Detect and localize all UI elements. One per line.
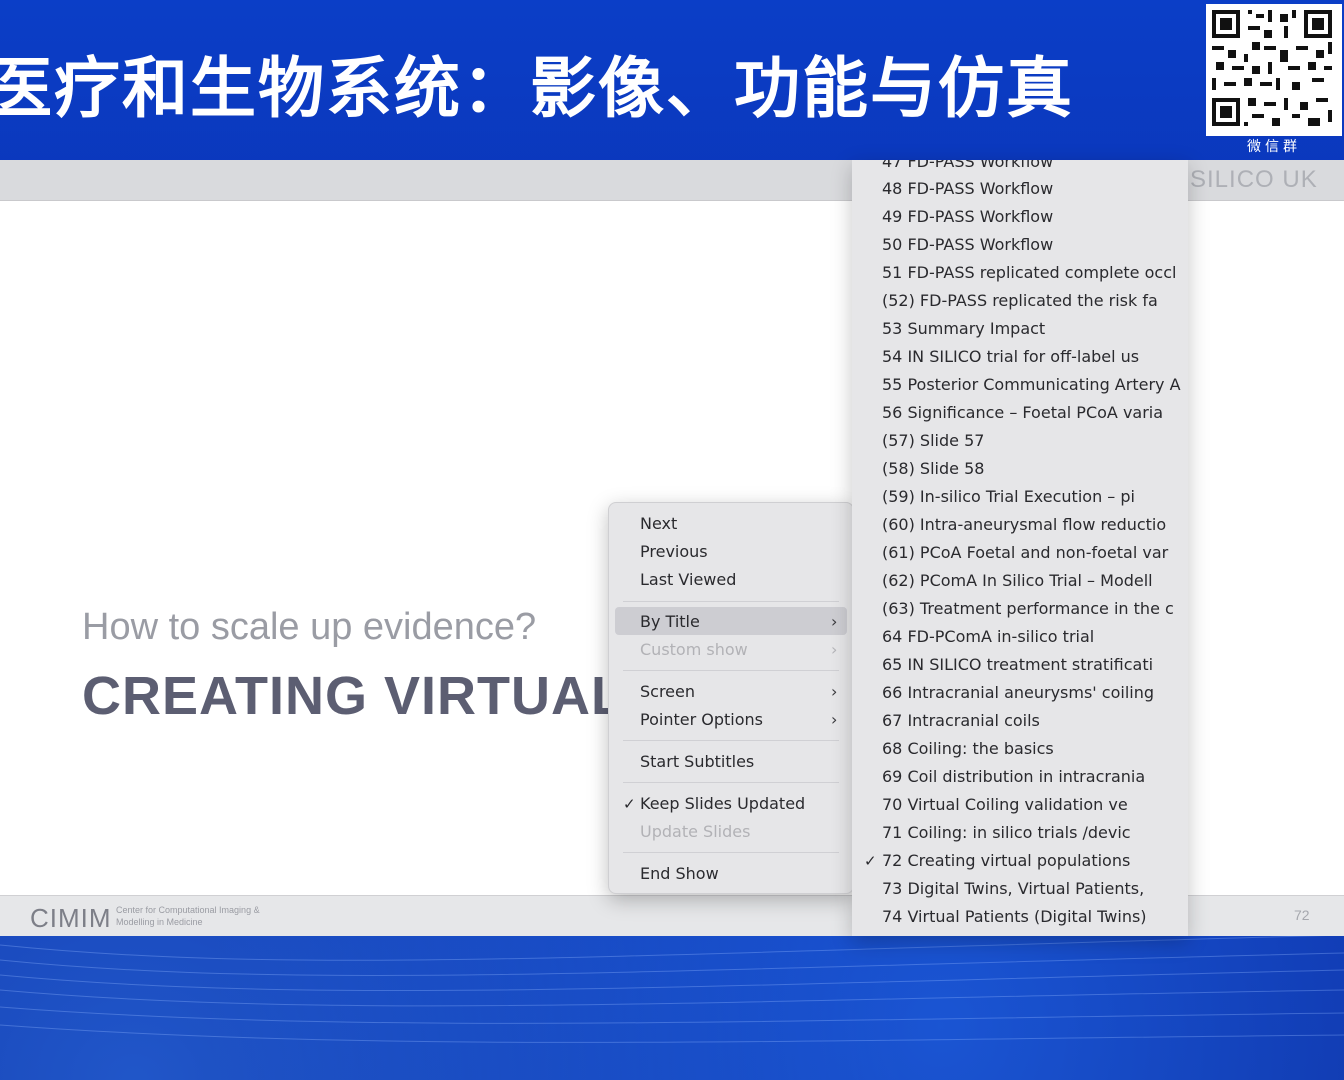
slide-list-item[interactable]: 67 Intracranial coils — [882, 709, 1182, 733]
qr-caption: 微信群 — [1247, 139, 1301, 155]
slide-list-item[interactable]: 47 FD-PASS Workflow — [882, 160, 1182, 174]
slides-by-title-submenu: 47 FD-PASS Workflow 48 FD-PASS Workflow … — [852, 160, 1188, 936]
slide-list-item[interactable]: (61) PCoA Foetal and non-foetal var — [882, 541, 1182, 565]
menu-item-next[interactable]: Next — [640, 512, 677, 536]
menu-separator — [623, 852, 839, 853]
chevron-right-icon: › — [831, 612, 838, 631]
slide-list-item[interactable]: 54 IN SILICO trial for off-label us — [882, 345, 1182, 369]
slide-list-item[interactable]: 51 FD-PASS replicated complete occl — [882, 261, 1182, 285]
slide-list-item[interactable]: (57) Slide 57 — [882, 429, 1182, 453]
menu-item-pointer-options[interactable]: Pointer Options — [640, 708, 763, 732]
banner-title: 医疗和生物系统：影像、功能与仿真 — [0, 50, 1074, 127]
slide-list-item[interactable]: (63) Treatment performance in the c — [882, 597, 1182, 621]
context-menu: Next Previous Last Viewed By Title › Cus… — [608, 502, 854, 894]
chevron-right-icon: › — [831, 682, 838, 701]
slide-heading: CREATING VIRTUAL — [82, 666, 612, 726]
slide-list-item[interactable]: (58) Slide 58 — [882, 457, 1182, 481]
slide-list-item[interactable]: 73 Digital Twins, Virtual Patients, — [882, 877, 1182, 901]
qr-code-pattern — [1208, 6, 1336, 130]
qr-code — [1206, 4, 1342, 136]
checkmark-icon: ✓ — [623, 795, 636, 813]
slide-list-item[interactable]: 56 Significance – Foetal PCoA varia — [882, 401, 1182, 425]
slide-subtitle: How to scale up evidence? — [82, 606, 537, 648]
slide-list-item[interactable]: (62) PComA In Silico Trial – Modell — [882, 569, 1182, 593]
cimim-logo: CIMIM — [30, 903, 112, 933]
menu-separator — [623, 740, 839, 741]
menu-item-end-show[interactable]: End Show — [640, 862, 719, 886]
menu-item-last-viewed[interactable]: Last Viewed — [640, 568, 736, 592]
slide-list-item[interactable]: 64 FD-PComA in-silico trial — [882, 625, 1182, 649]
checkmark-icon: ✓ — [864, 852, 877, 870]
menu-separator — [623, 670, 839, 671]
menu-separator — [623, 782, 839, 783]
slide-list-item[interactable]: 53 Summary Impact — [882, 317, 1182, 341]
slide-list-item[interactable]: 71 Coiling: in silico trials /devic — [882, 821, 1182, 845]
slide-list-item[interactable]: 65 IN SILICO treatment stratificati — [882, 653, 1182, 677]
slide-page-number: 72 — [1294, 907, 1310, 923]
slide-list-item[interactable]: 70 Virtual Coiling validation ve — [882, 793, 1182, 817]
slide-list-item[interactable]: 68 Coiling: the basics — [882, 737, 1182, 761]
slide-list-item[interactable]: (52) FD-PASS replicated the risk fa — [882, 289, 1182, 313]
slide-list-item[interactable]: 66 Intracranial aneurysms' coiling — [882, 681, 1182, 705]
menu-item-start-subtitles[interactable]: Start Subtitles — [640, 750, 754, 774]
chevron-right-icon: › — [831, 710, 838, 729]
menu-item-custom-show: Custom show — [640, 640, 748, 659]
menu-item-previous[interactable]: Previous — [640, 540, 708, 564]
slide-list-item[interactable]: 74 Virtual Patients (Digital Twins) — [882, 905, 1182, 929]
menu-separator — [623, 601, 839, 602]
slide-header-text: SILICO UK — [1190, 166, 1318, 193]
slide-list-item[interactable]: 69 Coil distribution in intracrania — [882, 765, 1182, 789]
slide-list-item[interactable]: (59) In-silico Trial Execution – pi — [882, 485, 1182, 509]
menu-item-by-title[interactable]: By Title — [640, 610, 700, 634]
chevron-right-icon: › — [831, 640, 838, 659]
menu-item-update-slides: Update Slides — [640, 822, 751, 841]
slide-list-item[interactable]: 49 FD-PASS Workflow — [882, 205, 1182, 229]
slide-list-item[interactable]: 48 FD-PASS Workflow — [882, 177, 1182, 201]
slide-list-item-current[interactable]: 72 Creating virtual populations — [882, 849, 1182, 873]
menu-item-keep-slides-updated[interactable]: Keep Slides Updated — [640, 792, 805, 816]
slide-list-item[interactable]: 55 Posterior Communicating Artery A — [882, 373, 1182, 397]
cimim-logo-subtitle: Center for Computational Imaging & Model… — [116, 905, 260, 927]
menu-item-screen[interactable]: Screen — [640, 680, 695, 704]
decorative-wave-lines — [0, 935, 1344, 1043]
slide-list-item[interactable]: (60) Intra-aneurysmal flow reductio — [882, 513, 1182, 537]
slide-list-item[interactable]: 50 FD-PASS Workflow — [882, 233, 1182, 257]
